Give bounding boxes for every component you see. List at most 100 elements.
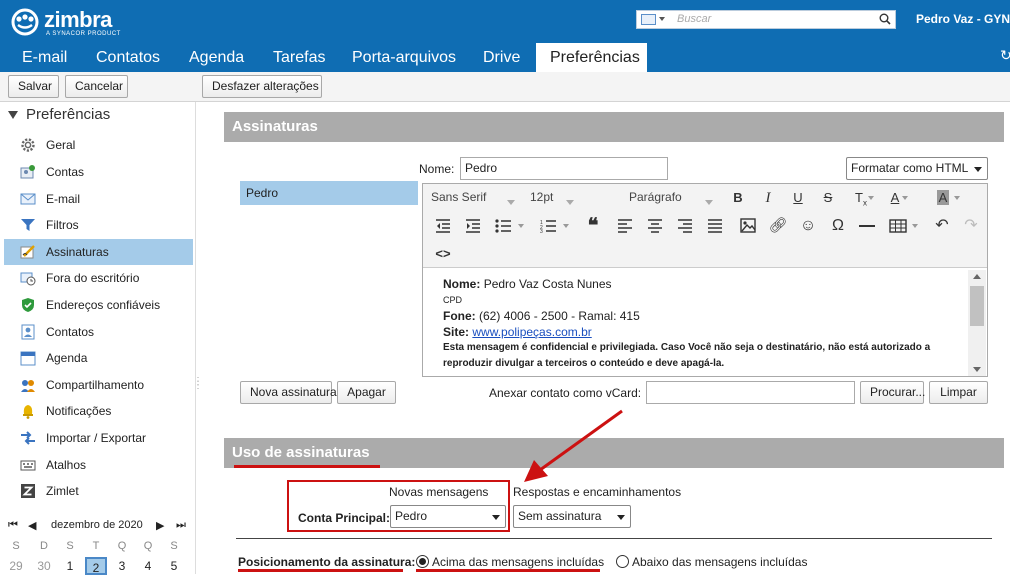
calendar-day-today[interactable]: 2 xyxy=(85,557,107,575)
calendar-day[interactable]: 3 xyxy=(111,557,133,575)
clear-button[interactable]: Limpar xyxy=(929,381,988,404)
tab-email[interactable]: E-mail xyxy=(8,43,81,72)
underline-icon[interactable]: U xyxy=(788,186,808,210)
col-replies: Respostas e encaminhamentos xyxy=(513,485,682,499)
italic-icon[interactable]: I xyxy=(758,186,778,210)
signature-name-field[interactable]: Pedro xyxy=(460,157,668,180)
align-center-icon[interactable] xyxy=(647,219,663,233)
prev-month-icon[interactable]: ◀ xyxy=(28,519,36,532)
browse-button[interactable]: Procurar... xyxy=(860,381,925,404)
sig-site-link[interactable]: www.polipeças.com.br xyxy=(472,325,591,339)
background-color-icon[interactable]: A xyxy=(926,186,960,210)
tab-contacts[interactable]: Contatos xyxy=(82,43,174,72)
search-icon[interactable] xyxy=(879,13,891,25)
tab-preferences[interactable]: Preferências xyxy=(536,43,647,72)
sidebar-item-notifications[interactable]: Notificações xyxy=(4,398,193,424)
calendar-day[interactable]: 1 xyxy=(59,557,81,575)
undo-icon[interactable]: ↶ xyxy=(932,214,952,238)
sidebar-item-signatures[interactable]: Assinaturas xyxy=(4,239,193,265)
option-above-label[interactable]: Acima das mensagens incluídas xyxy=(432,555,604,569)
calendar-day[interactable]: 29 xyxy=(5,557,27,575)
sidebar-item-out-of-office[interactable]: Fora do escritório xyxy=(4,265,193,291)
sidebar-item-email[interactable]: E-mail xyxy=(4,186,193,212)
indent-icon[interactable] xyxy=(465,219,481,233)
sidebar-item-accounts[interactable]: Contas xyxy=(4,159,193,185)
tab-drive[interactable]: Drive xyxy=(469,43,534,72)
calendar-day[interactable]: 5 xyxy=(163,557,185,575)
sidebar-item-filters[interactable]: Filtros xyxy=(4,212,193,238)
blockquote-icon[interactable]: ❝ xyxy=(583,214,603,238)
option-below-label[interactable]: Abaixo das mensagens incluídas xyxy=(632,555,807,569)
annotation-underline xyxy=(416,569,600,572)
clear-format-icon[interactable]: Tx xyxy=(848,186,874,210)
splitter-handle[interactable]: ⋮ ⋮ xyxy=(193,377,203,391)
format-select[interactable]: Formatar como HTML xyxy=(846,157,988,180)
bullet-list-icon[interactable] xyxy=(495,219,525,233)
sidebar-item-calendar[interactable]: Agenda xyxy=(4,345,193,371)
scroll-down-icon[interactable] xyxy=(973,367,981,372)
new-signature-button[interactable]: Nova assinatura xyxy=(240,381,337,404)
bold-icon[interactable]: B xyxy=(728,186,748,210)
calendar-day[interactable]: 30 xyxy=(33,557,55,575)
emoji-icon[interactable]: ☺ xyxy=(798,214,818,238)
font-size-select[interactable]: 12pt xyxy=(530,190,574,208)
scroll-up-icon[interactable] xyxy=(973,274,981,279)
calendar-day[interactable]: 4 xyxy=(137,557,159,575)
sidebar-item-contacts[interactable]: Contatos xyxy=(4,319,193,345)
tab-tasks[interactable]: Tarefas xyxy=(259,43,339,72)
numbered-list-icon[interactable]: 123 xyxy=(540,219,570,233)
chevron-down-icon xyxy=(566,200,574,205)
new-messages-select[interactable]: Pedro xyxy=(390,505,506,528)
image-icon[interactable] xyxy=(740,218,756,233)
tab-briefcase[interactable]: Porta-arquivos xyxy=(338,43,470,72)
user-menu[interactable]: Pedro Vaz - GYN xyxy=(916,12,1010,26)
radio-below[interactable] xyxy=(616,555,629,568)
signature-editor-body[interactable]: Nome: Pedro Vaz Costa Nunes CPD Fone: (6… xyxy=(423,268,968,376)
next-month-icon[interactable]: ▶ xyxy=(156,519,164,532)
font-family-select[interactable]: Sans Serif xyxy=(431,190,515,208)
scroll-thumb[interactable] xyxy=(970,286,984,326)
vcard-field[interactable] xyxy=(646,381,855,404)
special-character-icon[interactable]: Ω xyxy=(828,214,848,238)
horizontal-rule-icon[interactable] xyxy=(859,225,875,228)
paragraph-select[interactable]: Parágrafo xyxy=(629,190,713,208)
signature-list-item[interactable]: Pedro xyxy=(240,181,418,205)
prev-year-icon[interactable]: ⏮ xyxy=(8,519,18,532)
table-icon[interactable] xyxy=(889,219,919,233)
tab-calendar[interactable]: Agenda xyxy=(175,43,258,72)
sidebar-item-sharing[interactable]: Compartilhamento xyxy=(4,372,193,398)
sidebar-item-label: Fora do escritório xyxy=(46,271,140,285)
link-icon[interactable]: 🔗︎ xyxy=(768,214,788,238)
delete-signature-button[interactable]: Apagar xyxy=(337,381,396,404)
preferences-tree-header[interactable]: Preferências xyxy=(8,106,110,123)
sidebar-item-shortcuts[interactable]: Atalhos xyxy=(4,452,193,478)
source-code-icon[interactable]: <> xyxy=(433,242,453,266)
mail-type-icon[interactable] xyxy=(641,14,656,25)
sidebar-item-trusted-addresses[interactable]: Endereços confiáveis xyxy=(4,292,193,318)
editor-scrollbar[interactable] xyxy=(968,270,986,376)
zimbra-logo[interactable]: zimbra A SYNACOR PRODUCT xyxy=(8,7,138,41)
save-button[interactable]: Salvar xyxy=(8,75,59,98)
cancel-button[interactable]: Cancelar xyxy=(65,75,128,98)
refresh-icon[interactable]: ↻ xyxy=(1000,47,1010,64)
strikethrough-icon[interactable]: S xyxy=(818,186,838,210)
sidebar-item-import-export[interactable]: Importar / Exportar xyxy=(4,425,193,451)
chevron-down-icon xyxy=(974,167,982,172)
undo-changes-button[interactable]: Desfazer alterações xyxy=(202,75,322,98)
chevron-down-icon[interactable] xyxy=(659,17,665,21)
calendar-month[interactable]: dezembro de 2020 xyxy=(51,519,143,531)
sidebar-item-general[interactable]: Geral xyxy=(4,132,193,158)
search-input[interactable]: Buscar xyxy=(677,13,711,25)
redo-icon[interactable]: ↷ xyxy=(961,214,981,238)
next-year-icon[interactable]: ⏭ xyxy=(176,519,186,532)
search-box[interactable]: Buscar xyxy=(636,10,896,29)
replies-select[interactable]: Sem assinatura xyxy=(513,505,631,528)
outdent-icon[interactable] xyxy=(435,219,451,233)
align-left-icon[interactable] xyxy=(617,219,633,233)
align-right-icon[interactable] xyxy=(677,219,693,233)
sidebar-item-zimlet[interactable]: Zimlet xyxy=(4,478,193,504)
radio-above[interactable] xyxy=(416,555,429,568)
align-justify-icon[interactable] xyxy=(707,219,723,233)
text-color-icon[interactable]: A xyxy=(882,186,908,210)
collapse-triangle-icon[interactable] xyxy=(8,111,18,120)
